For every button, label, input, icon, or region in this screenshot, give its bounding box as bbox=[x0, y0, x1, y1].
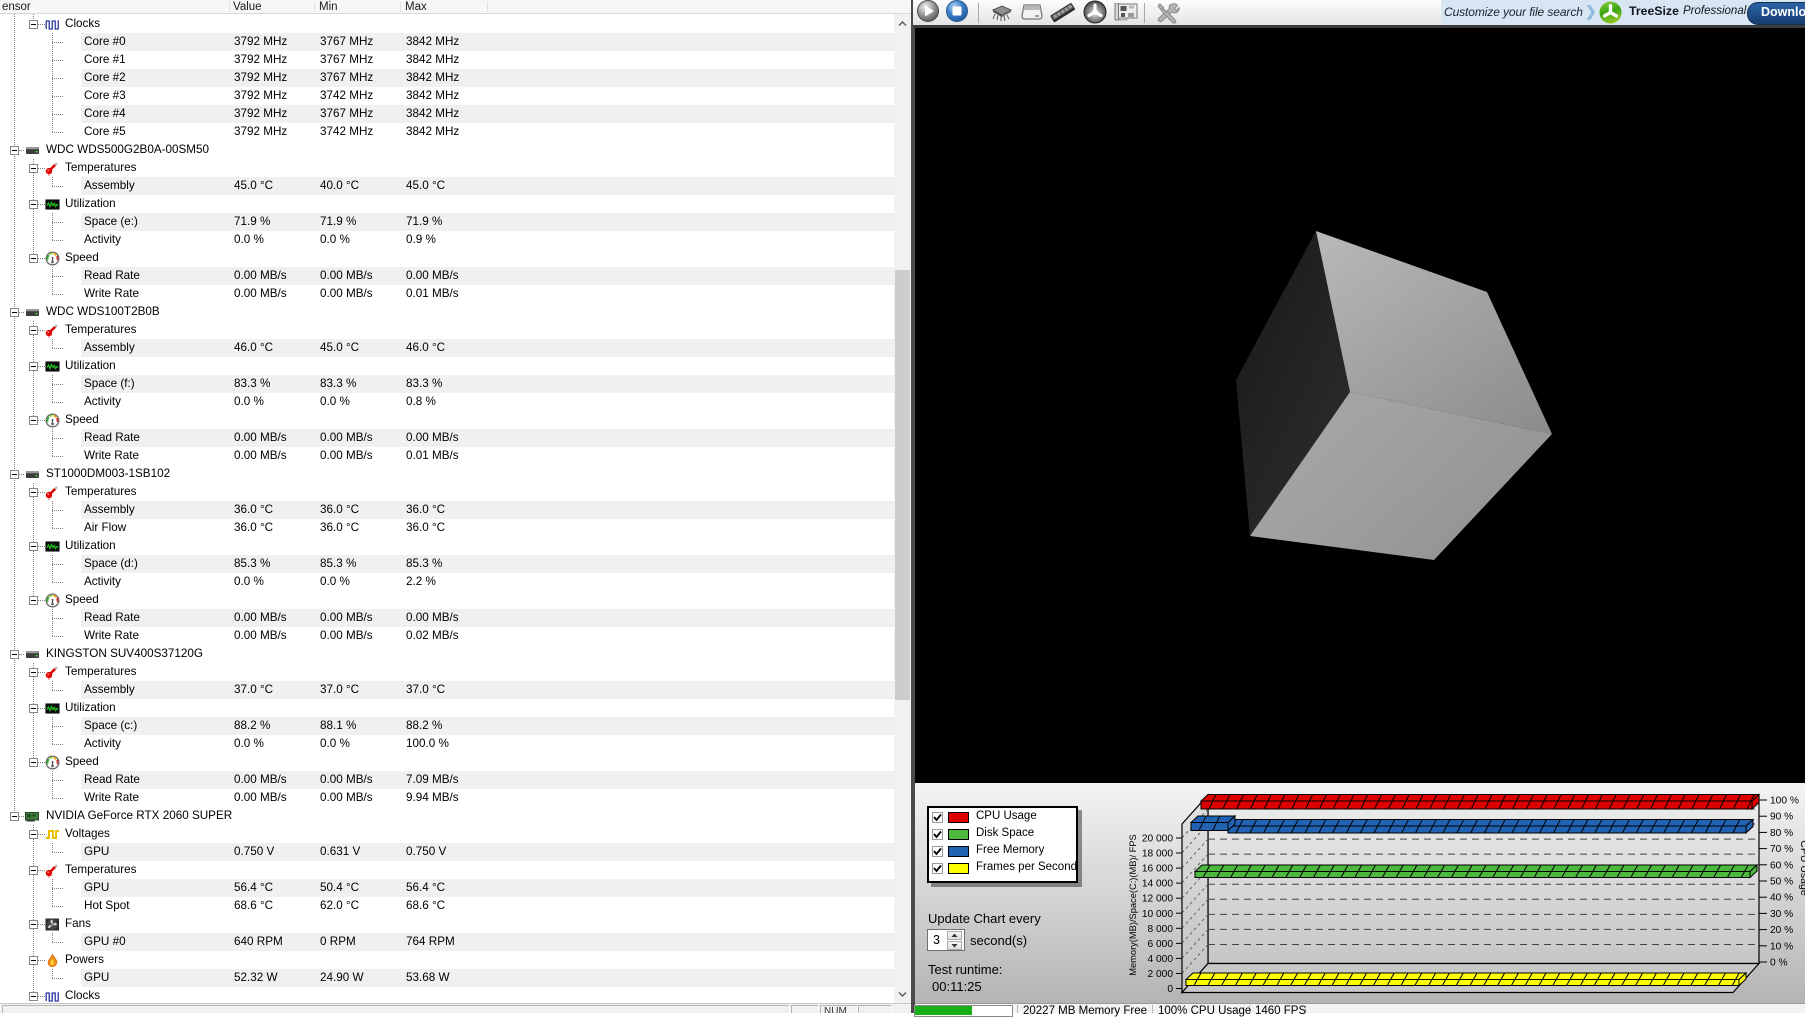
svg-text:12 000: 12 000 bbox=[1142, 894, 1173, 905]
svg-text:2 000: 2 000 bbox=[1148, 969, 1174, 980]
svg-text:6 000: 6 000 bbox=[1148, 939, 1174, 950]
svg-text:100 %: 100 % bbox=[1770, 796, 1799, 807]
svg-text:70 %: 70 % bbox=[1770, 844, 1793, 855]
svg-text:60 %: 60 % bbox=[1770, 860, 1793, 871]
svg-text:10 000: 10 000 bbox=[1142, 909, 1173, 920]
svg-text:30 %: 30 % bbox=[1770, 909, 1793, 920]
svg-text:90 %: 90 % bbox=[1770, 812, 1793, 823]
svg-text:CPU Usage: CPU Usage bbox=[1798, 840, 1805, 896]
svg-text:8 000: 8 000 bbox=[1148, 924, 1174, 935]
svg-text:10 %: 10 % bbox=[1770, 941, 1793, 952]
svg-text:20 000: 20 000 bbox=[1142, 834, 1173, 845]
svg-text:0: 0 bbox=[1167, 984, 1173, 995]
svg-text:Memory(MB)/Space(C:)(MB)/ FPS: Memory(MB)/Space(C:)(MB)/ FPS bbox=[1128, 834, 1138, 976]
svg-text:20 %: 20 % bbox=[1770, 925, 1793, 936]
svg-text:4 000: 4 000 bbox=[1148, 954, 1174, 965]
svg-text:14 000: 14 000 bbox=[1142, 879, 1173, 890]
svg-text:0 %: 0 % bbox=[1770, 958, 1788, 969]
svg-text:80 %: 80 % bbox=[1770, 828, 1793, 839]
svg-text:18 000: 18 000 bbox=[1142, 849, 1173, 860]
svg-text:40 %: 40 % bbox=[1770, 893, 1793, 904]
svg-text:16 000: 16 000 bbox=[1142, 864, 1173, 875]
svg-text:50 %: 50 % bbox=[1770, 877, 1793, 888]
